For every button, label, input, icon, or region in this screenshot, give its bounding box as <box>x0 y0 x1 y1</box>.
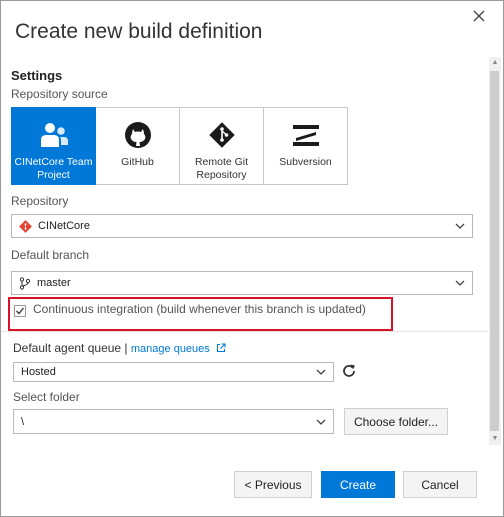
source-tile-team-project[interactable]: CINetCore Team Project <box>11 107 96 185</box>
create-build-definition-dialog: Create new build definition ▲ ▼ Settings… <box>0 0 504 517</box>
scroll-down-icon[interactable]: ▼ <box>490 433 500 445</box>
chevron-down-icon <box>455 223 465 229</box>
source-tile-label: GitHub <box>121 156 154 168</box>
folder-value: \ <box>21 415 25 428</box>
chevron-down-icon <box>455 280 465 286</box>
section-divider <box>1 331 489 332</box>
continuous-integration-label: Continuous integration (build whenever t… <box>33 302 366 316</box>
select-folder-label: Select folder <box>13 390 80 404</box>
repository-source-tiles: CINetCore Team Project GitHub Remote Git… <box>11 107 348 185</box>
settings-heading: Settings <box>11 68 63 83</box>
git-icon <box>207 120 237 150</box>
scrollbar-thumb[interactable] <box>490 71 499 431</box>
branch-icon <box>19 276 31 290</box>
git-repo-icon <box>19 219 32 233</box>
source-tile-label: Subversion <box>279 156 332 168</box>
agent-queue-label: Default agent queue | <box>13 341 128 355</box>
cancel-button[interactable]: Cancel <box>403 471 477 498</box>
team-project-icon <box>39 120 69 150</box>
source-tile-remote-git[interactable]: Remote Git Repository <box>179 107 264 185</box>
source-tile-label: Remote Git Repository <box>194 156 249 181</box>
default-branch-label: Default branch <box>11 248 90 262</box>
close-icon[interactable] <box>469 6 489 26</box>
dialog-title: Create new build definition <box>15 20 263 43</box>
default-branch-select[interactable]: master <box>11 271 473 295</box>
external-link-icon[interactable] <box>216 343 226 353</box>
agent-queue-select[interactable]: Hosted <box>13 362 334 382</box>
repository-value: CINetCore <box>38 220 90 232</box>
subversion-icon <box>291 120 321 150</box>
create-button[interactable]: Create <box>321 471 395 498</box>
continuous-integration-checkbox[interactable] <box>14 305 26 317</box>
folder-select[interactable]: \ <box>13 409 334 434</box>
repository-label: Repository <box>11 194 69 208</box>
previous-button[interactable]: < Previous <box>234 471 312 498</box>
chevron-down-icon <box>316 369 326 375</box>
source-tile-github[interactable]: GitHub <box>95 107 180 185</box>
manage-queues-link[interactable]: manage queues <box>131 343 210 355</box>
checkmark-icon <box>16 307 25 315</box>
default-branch-value: master <box>37 277 71 289</box>
refresh-icon[interactable] <box>341 363 357 379</box>
scroll-up-icon[interactable]: ▲ <box>490 57 500 69</box>
github-icon <box>123 120 153 150</box>
choose-folder-button[interactable]: Choose folder... <box>344 408 448 435</box>
source-tile-subversion[interactable]: Subversion <box>263 107 348 185</box>
agent-queue-value: Hosted <box>21 366 56 378</box>
source-tile-label: CINetCore Team Project <box>14 156 93 181</box>
chevron-down-icon <box>316 419 326 425</box>
repository-source-label: Repository source <box>11 87 108 101</box>
repository-select[interactable]: CINetCore <box>11 214 473 238</box>
agent-queue-row: Default agent queue | manage queues <box>13 341 226 355</box>
